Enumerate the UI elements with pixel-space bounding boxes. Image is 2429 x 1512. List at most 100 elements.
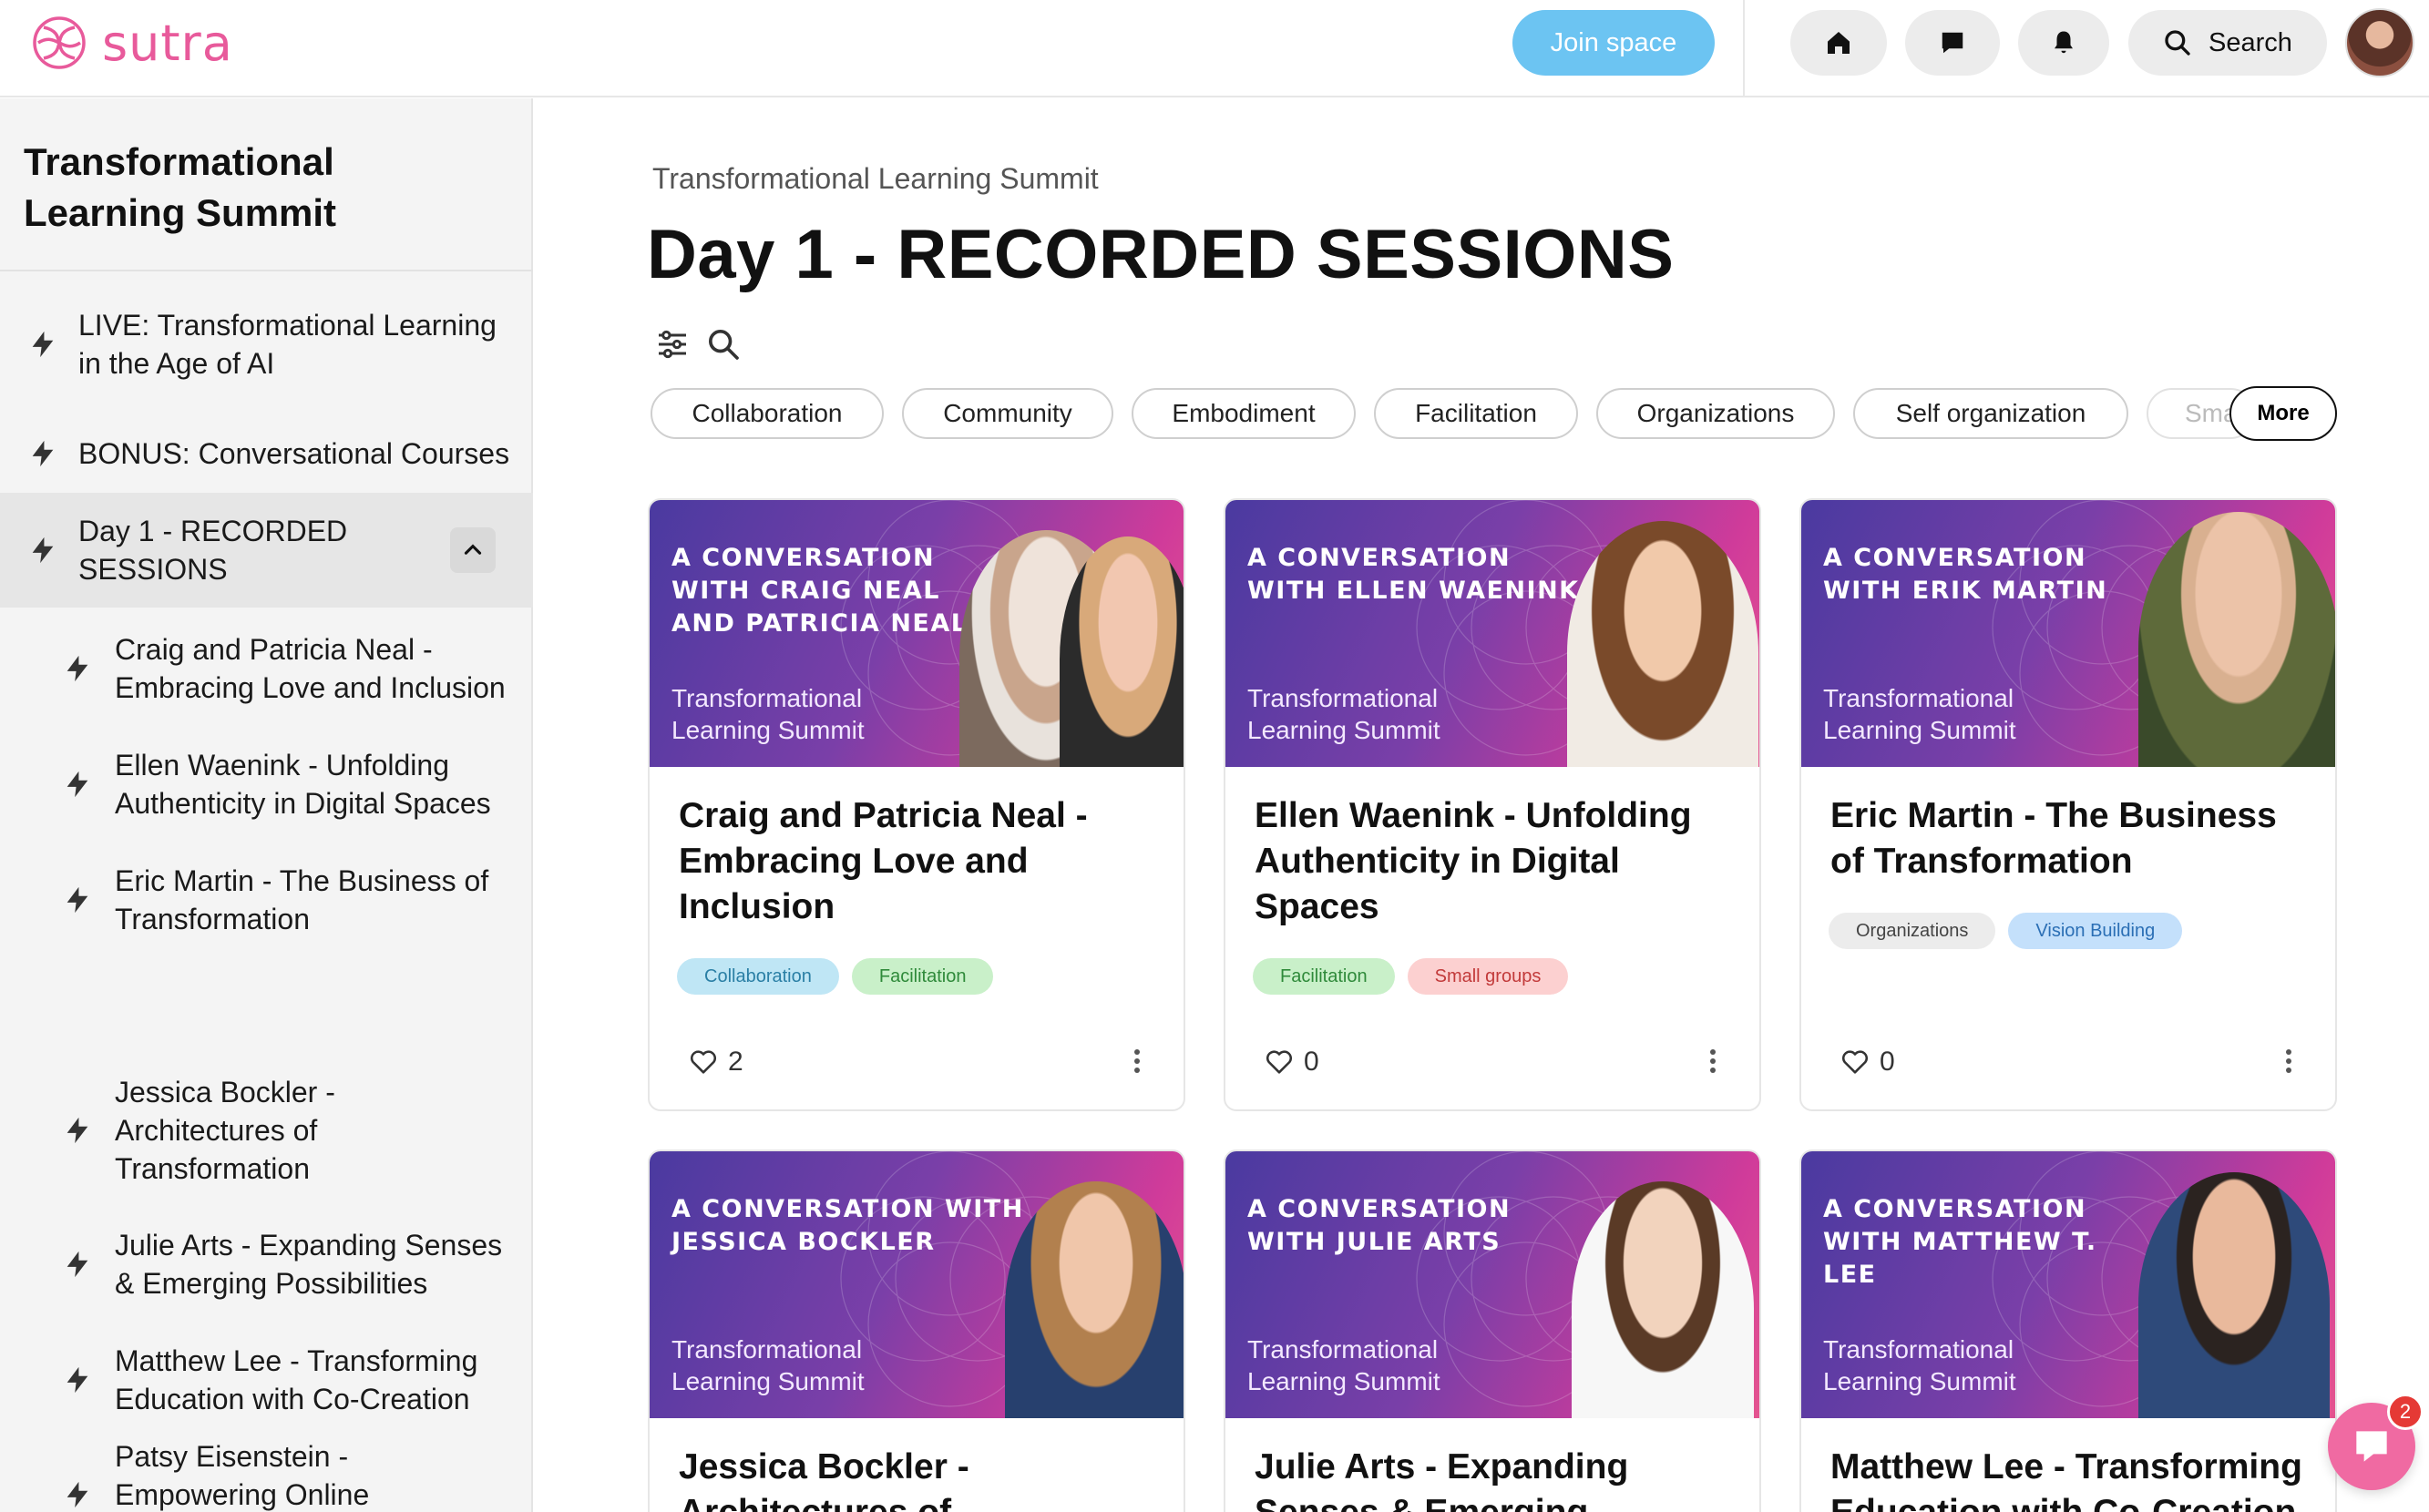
notifications-button[interactable] [2018,10,2109,76]
thumbnail-heading: A conversation with Matthew T. Lee [1823,1195,2097,1289]
card-title[interactable]: Julie Arts - Expanding Senses & Emerging… [1255,1445,1737,1512]
more-filters-button[interactable]: More [2229,386,2337,441]
heart-icon [1266,1050,1293,1074]
tag[interactable]: Facilitation [851,958,994,995]
session-card[interactable]: A conversation with Julie Arts Transform… [1224,1149,1761,1512]
top-bar: sutra Join space Search [0,0,2429,97]
card-title[interactable]: Ellen Waenink - Unfolding Authenticity i… [1255,793,1737,930]
card-title[interactable]: Craig and Patricia Neal - Embracing Love… [679,793,1162,930]
home-button[interactable] [1790,10,1887,76]
bolt-icon [67,886,88,914]
bolt-icon [67,1251,88,1278]
bolt-icon [32,331,54,358]
thumbnail-brand: Transformational Learning Summit [1247,684,1440,744]
breadcrumb[interactable]: Transformational Learning Summit [652,162,1099,196]
session-card[interactable]: A conversation with Matthew T. Lee Trans… [1799,1149,2337,1512]
card-thumbnail: A conversation with Craig Neal and Patri… [650,500,1184,767]
sidebar-item-craig-patricia[interactable]: Craig and Patricia Neal - Embracing Love… [0,614,533,723]
messages-button[interactable] [1905,10,2000,76]
card-thumbnail: A conversation with Julie Arts Transform… [1225,1151,1759,1418]
speaker-portrait [2138,1172,2330,1418]
heart-icon [690,1050,717,1074]
sidebar-divider [0,270,533,271]
filter-icon[interactable] [654,326,691,363]
sidebar-item-patsy[interactable]: Patsy Eisenstein - Empowering Online Com… [0,1422,533,1512]
tag[interactable]: Vision Building [2008,913,2183,949]
filter-chip-community[interactable]: Community [902,388,1113,439]
card-tags: Organizations Vision Building [1829,913,2183,949]
thumbnail-heading: A conversation with Ellen Waenink [1247,544,1580,605]
bolt-icon [67,1117,88,1144]
collapse-button[interactable] [450,527,496,573]
sidebar-item-jessica[interactable]: Jessica Bockler - Architectures of Trans… [0,1076,533,1185]
space-title: Transformational Learning Summit [24,140,337,234]
sidebar-item-label: Eric Martin - The Business of Transforma… [115,864,489,935]
tag[interactable]: Organizations [1829,913,1996,949]
search-label: Search [2209,27,2292,57]
sidebar-item-label: Ellen Waenink - Unfolding Authenticity i… [115,749,491,820]
sidebar-item-day1[interactable]: Day 1 - RECORDED SESSIONS [0,493,533,608]
sidebar-item-julie[interactable]: Julie Arts - Expanding Senses & Emerging… [0,1210,533,1319]
sidebar-item-live[interactable]: LIVE: Transformational Learning in the A… [0,294,533,394]
sidebar-item-label: Julie Arts - Expanding Senses & Emerging… [115,1229,503,1300]
more-options-icon[interactable] [1123,1043,1151,1079]
sidebar: Transformational Learning Summit LIVE: T… [0,98,533,1512]
chat-icon [1942,32,1963,54]
more-options-icon[interactable] [1699,1043,1727,1079]
session-card[interactable]: A conversation with Erik Martin Transfor… [1799,498,2337,1111]
sidebar-item-label: Day 1 - RECORDED SESSIONS [78,515,348,586]
sidebar-item-eric[interactable]: Eric Martin - The Business of Transforma… [0,845,533,955]
bolt-icon [67,771,88,798]
card-title[interactable]: Jessica Bockler - Architectures of Trans… [679,1445,1162,1512]
tag[interactable]: Small groups [1407,958,1569,995]
filter-chip-embodiment[interactable]: Embodiment [1132,388,1356,439]
session-card[interactable]: A conversation with Jessica Bockler Tran… [648,1149,1185,1512]
tag[interactable]: Collaboration [677,958,839,995]
bolt-icon [67,655,88,682]
card-tags: Collaboration Facilitation [677,958,994,995]
like-button[interactable]: 0 [1264,1047,1319,1078]
home-icon [1828,32,1850,54]
speaker-portrait [1567,521,1758,767]
bell-icon [2055,31,2073,54]
card-thumbnail: A conversation with Erik Martin Transfor… [1801,500,2335,767]
heart-icon [1841,1050,1869,1074]
logo[interactable]: sutra [29,13,233,73]
chat-unread-badge: 2 [2387,1394,2424,1430]
filter-chip-self-organization[interactable]: Self organization [1853,388,2128,439]
like-count: 2 [728,1047,743,1077]
thumbnail-heading: A conversation with Julie Arts [1247,1195,1512,1256]
search-icon[interactable] [705,326,742,363]
more-options-icon[interactable] [2275,1043,2302,1079]
thumbnail-brand: Transformational Learning Summit [671,684,865,744]
speaker-portrait [2138,512,2335,767]
speaker-portrait [1005,1181,1184,1418]
sidebar-item-bonus[interactable]: BONUS: Conversational Courses [0,399,533,508]
session-card[interactable]: A conversation with Ellen Waenink Transf… [1224,498,1761,1111]
card-thumbnail: A conversation with Matthew T. Lee Trans… [1801,1151,2335,1418]
thumbnail-heading: A conversation with Craig Neal and Patri… [671,544,969,638]
filter-chip-collaboration[interactable]: Collaboration [651,388,884,439]
card-thumbnail: A conversation with Jessica Bockler Tran… [650,1151,1184,1418]
thumbnail-heading: A conversation with Jessica Bockler [671,1195,1024,1256]
like-button[interactable]: 0 [1840,1047,1895,1078]
card-title[interactable]: Matthew Lee - Transforming Education wit… [1830,1445,2313,1512]
tag[interactable]: Facilitation [1253,958,1395,995]
filter-chip-facilitation[interactable]: Facilitation [1374,388,1578,439]
bolt-icon [67,1366,88,1394]
filter-chip-organizations[interactable]: Organizations [1596,388,1835,439]
sidebar-item-label: Craig and Patricia Neal - Embracing Love… [115,633,506,704]
sidebar-item-matthew[interactable]: Matthew Lee - Transforming Education wit… [0,1325,533,1435]
sutra-logo-icon [33,16,86,69]
join-space-button[interactable]: Join space [1512,10,1715,76]
user-avatar[interactable] [2345,8,2414,77]
search-button[interactable]: Search [2128,10,2327,76]
card-tags: Facilitation Small groups [1253,958,1569,995]
session-card[interactable]: A conversation with Craig Neal and Patri… [648,498,1185,1111]
like-button[interactable]: 2 [688,1047,743,1078]
thumbnail-brand: Transformational Learning Summit [1247,1335,1440,1395]
like-count: 0 [1304,1047,1319,1077]
sidebar-item-label: Matthew Lee - Transforming Education wit… [115,1344,478,1415]
sidebar-item-ellen[interactable]: Ellen Waenink - Unfolding Authenticity i… [0,730,533,839]
card-title[interactable]: Eric Martin - The Business of Transforma… [1830,793,2313,884]
